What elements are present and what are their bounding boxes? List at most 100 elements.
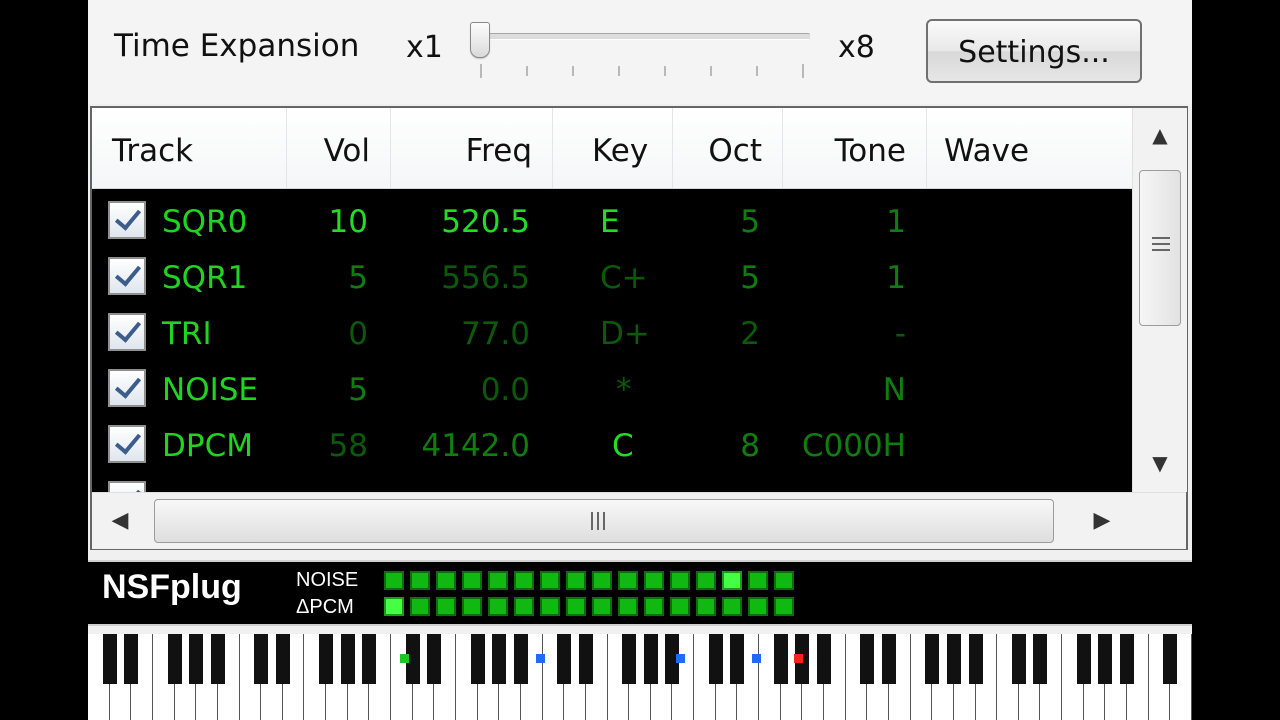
black-key[interactable] — [773, 634, 788, 684]
column-header-tone[interactable]: Tone — [92, 108, 906, 188]
slider-tick — [756, 66, 758, 76]
vertical-scroll-thumb[interactable] — [1139, 170, 1181, 326]
meter-led — [462, 571, 482, 590]
list-header: Track Vol Freq Key Oct Tone Wave — [92, 108, 1132, 189]
scroll-up-arrow-icon[interactable]: ▲ — [1133, 110, 1187, 160]
black-key[interactable] — [319, 634, 334, 684]
track-list: Track Vol Freq Key Oct Tone Wave SQR0 10… — [90, 106, 1188, 550]
column-header-wave[interactable]: Wave — [944, 108, 1029, 188]
black-key[interactable] — [817, 634, 831, 684]
slider-tick — [802, 64, 804, 78]
black-key[interactable] — [881, 634, 896, 684]
black-key[interactable] — [189, 634, 204, 684]
table-row[interactable]: TRI 0 77.0 D+ 2 - — [92, 305, 1132, 361]
table-row[interactable]: DPCM 58 4142.0 C 8 C000H — [92, 417, 1132, 473]
black-key[interactable] — [210, 634, 225, 684]
scroll-down-arrow-icon[interactable]: ▼ — [1133, 438, 1187, 488]
table-row[interactable]: SQR0 10 520.5 E 5 1 — [92, 193, 1132, 249]
black-key[interactable] — [1098, 634, 1113, 684]
black-key[interactable] — [1011, 634, 1026, 684]
meter-led — [514, 597, 534, 616]
cell-tone: 1 — [886, 260, 906, 296]
scroll-right-arrow-icon[interactable]: ▶ — [1074, 493, 1130, 549]
meter-led — [592, 571, 612, 590]
black-key[interactable] — [643, 634, 658, 684]
meter-led — [436, 597, 456, 616]
meter-led — [644, 571, 664, 590]
level-meter-bar: NSFplug NOISE ΔPCM — [88, 560, 1192, 626]
meter-led — [436, 571, 456, 590]
black-key[interactable] — [1033, 634, 1048, 684]
active-note-marker — [400, 654, 409, 663]
meter-led — [410, 597, 430, 616]
black-key[interactable] — [470, 634, 485, 684]
black-key[interactable] — [860, 634, 875, 684]
meter-led — [566, 597, 586, 616]
black-key[interactable] — [275, 634, 290, 684]
meter-led — [488, 597, 508, 616]
black-key[interactable] — [968, 634, 983, 684]
noise-meter-label: NOISE — [296, 569, 359, 591]
time-expansion-slider-thumb[interactable] — [470, 22, 490, 58]
black-key[interactable] — [102, 634, 117, 684]
track-checkbox[interactable] — [108, 481, 146, 492]
meter-led — [618, 597, 638, 616]
horizontal-scroll-thumb[interactable] — [154, 499, 1054, 543]
time-expansion-bar: Time Expansion x1 x8 Settings... — [88, 0, 1192, 104]
slider-tick — [572, 66, 574, 76]
scroll-left-arrow-icon[interactable]: ◀ — [92, 493, 148, 549]
black-key[interactable] — [1163, 634, 1178, 684]
meter-led — [410, 571, 430, 590]
black-key[interactable] — [513, 634, 528, 684]
slider-tick — [664, 66, 666, 76]
slider-tick — [526, 66, 528, 76]
black-key[interactable] — [167, 634, 182, 684]
slider-tick — [618, 66, 620, 76]
slider-min-label: x1 — [406, 30, 443, 65]
black-key[interactable] — [925, 634, 940, 684]
time-expansion-label: Time Expansion — [114, 28, 360, 64]
meter-led — [514, 571, 534, 590]
meter-led — [462, 597, 482, 616]
slider-tick — [480, 64, 482, 78]
black-key[interactable] — [492, 634, 507, 684]
meter-led — [670, 597, 690, 616]
cell-tone: C000H — [801, 428, 906, 464]
horizontal-scrollbar[interactable]: ◀ ▶ — [92, 492, 1186, 549]
black-key[interactable] — [427, 634, 442, 684]
nsfplug-logo: NSFplug — [102, 568, 242, 606]
meter-led — [540, 571, 560, 590]
meter-led — [670, 571, 690, 590]
black-key[interactable] — [1076, 634, 1091, 684]
table-row[interactable]: SQR1 5 556.5 C+ 5 1 — [92, 249, 1132, 305]
time-expansion-slider-track[interactable] — [480, 33, 810, 40]
black-key[interactable] — [946, 634, 961, 684]
settings-button[interactable]: Settings... — [926, 19, 1142, 83]
active-note-marker — [676, 654, 685, 663]
black-key[interactable] — [708, 634, 723, 684]
dpcm-meter-label: ΔPCM — [296, 596, 354, 618]
cell-tone: 1 — [886, 204, 906, 240]
black-key[interactable] — [578, 634, 593, 684]
table-row-partial[interactable] — [92, 473, 1132, 492]
black-key[interactable] — [557, 634, 572, 684]
black-key[interactable] — [340, 634, 355, 684]
active-note-marker — [536, 654, 545, 663]
black-key[interactable] — [362, 634, 377, 684]
cell-tone: N — [882, 372, 906, 408]
table-row[interactable]: NOISE 5 0.0 * N — [92, 361, 1132, 417]
active-note-marker — [794, 654, 803, 663]
black-key[interactable] — [1120, 634, 1135, 684]
meter-led — [722, 597, 742, 616]
black-key[interactable] — [254, 634, 269, 684]
meter-led — [696, 597, 716, 616]
meter-led — [696, 571, 716, 590]
vertical-scrollbar[interactable]: ▲ ▼ — [1132, 108, 1187, 492]
black-key[interactable] — [730, 634, 745, 684]
meter-led — [488, 571, 508, 590]
slider-tick — [710, 66, 712, 76]
slider-max-label: x8 — [838, 30, 875, 65]
black-key[interactable] — [622, 634, 637, 684]
black-key[interactable] — [124, 634, 139, 684]
piano-keyboard — [88, 634, 1192, 720]
